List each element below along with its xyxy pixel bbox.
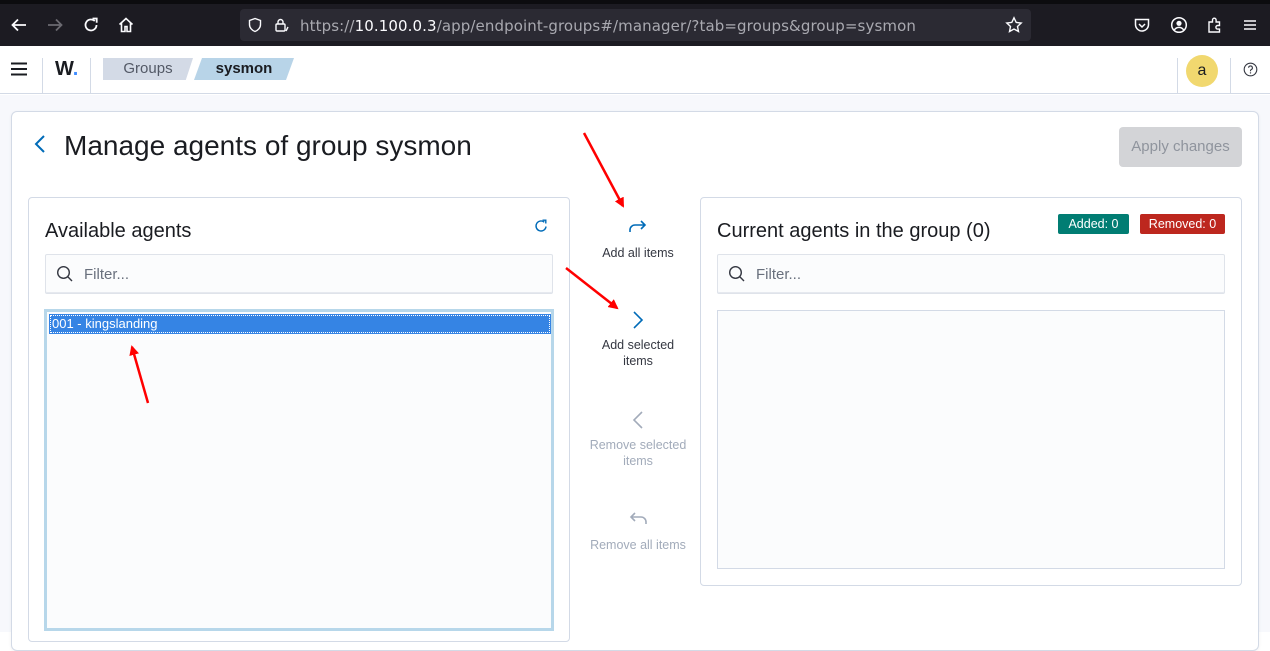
share-back-icon (627, 509, 649, 531)
lock-warning-icon[interactable] (273, 17, 289, 38)
current-agents-title: Current agents in the group (0) (717, 220, 991, 242)
apply-changes-button[interactable]: Apply changes (1119, 127, 1242, 167)
back-arrow-icon[interactable] (5, 11, 33, 39)
help-icon[interactable] (1243, 62, 1258, 77)
shield-icon[interactable] (247, 17, 263, 38)
page-title: Manage agents of group sysmon (64, 130, 472, 161)
add-selected-items-label: Add selected items (601, 338, 675, 368)
available-filter-field[interactable] (45, 254, 553, 294)
remove-all-items-button[interactable]: Remove all items (588, 509, 688, 553)
header-divider (1177, 58, 1178, 94)
app-logo[interactable]: W. (55, 58, 78, 81)
chevron-right-icon (627, 309, 649, 331)
list-item[interactable]: 001 - kingslanding (49, 314, 551, 334)
available-agents-title: Available agents (45, 220, 192, 242)
url-text: https://10.100.0.3/app/endpoint-groups#/… (300, 17, 916, 35)
header-divider (90, 58, 91, 94)
current-filter-field[interactable] (717, 254, 1225, 294)
available-filter-input[interactable] (84, 263, 484, 285)
share-forward-icon (627, 217, 649, 239)
add-all-items-button[interactable]: Add all items (588, 217, 688, 261)
add-selected-items-button[interactable]: Add selected items (588, 309, 688, 369)
added-count-badge: Added: 0 (1058, 214, 1129, 234)
url-bar[interactable]: https://10.100.0.3/app/endpoint-groups#/… (240, 9, 1031, 41)
extensions-icon[interactable] (1201, 11, 1229, 39)
back-chevron-icon[interactable] (32, 133, 48, 155)
pocket-icon[interactable] (1128, 11, 1156, 39)
breadcrumb-sysmon: sysmon (194, 58, 294, 80)
refresh-icon[interactable] (533, 218, 549, 234)
user-avatar[interactable]: a (1186, 55, 1218, 87)
search-icon (728, 265, 746, 283)
reload-icon[interactable] (77, 11, 105, 39)
app-header: W. Groups sysmon a (0, 46, 1270, 94)
bookmark-star-icon[interactable] (1005, 16, 1023, 39)
current-agents-list[interactable] (717, 310, 1225, 569)
remove-selected-items-button[interactable]: Remove selected items (588, 409, 688, 469)
menu-icon[interactable] (1236, 11, 1264, 39)
home-icon[interactable] (112, 11, 140, 39)
hamburger-menu-icon[interactable] (8, 58, 30, 80)
breadcrumb-groups[interactable]: Groups (103, 58, 193, 80)
header-divider (1230, 58, 1231, 94)
remove-all-items-label: Remove all items (590, 538, 686, 552)
search-icon (56, 265, 74, 283)
browser-toolbar: https://10.100.0.3/app/endpoint-groups#/… (0, 0, 1270, 46)
current-filter-input[interactable] (756, 263, 1156, 285)
forward-arrow-icon[interactable] (41, 11, 69, 39)
header-divider (42, 58, 43, 94)
account-icon[interactable] (1165, 11, 1193, 39)
remove-selected-items-label: Remove selected items (589, 438, 687, 468)
add-all-items-label: Add all items (602, 246, 674, 260)
chevron-left-icon (627, 409, 649, 431)
removed-count-badge: Removed: 0 (1140, 214, 1225, 234)
available-agents-list[interactable]: 001 - kingslanding (44, 309, 554, 631)
